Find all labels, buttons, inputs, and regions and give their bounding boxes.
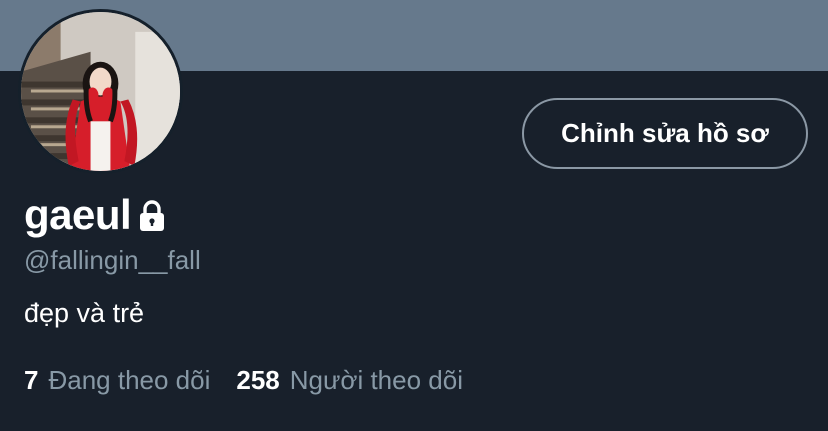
user-handle: @fallingin__fall [24,245,201,275]
profile-bio: đẹp và trẻ [24,298,145,328]
following-count: 7 [24,365,39,395]
followers-stat[interactable]: 258 Người theo dõi [236,363,463,397]
followers-label: Người theo dõi [289,365,463,395]
avatar-photo [21,12,180,171]
avatar[interactable] [18,9,183,174]
lock-icon [137,199,167,233]
edit-profile-button[interactable]: Chỉnh sửa hồ sơ [522,98,808,169]
following-label: Đang theo dõi [48,365,211,395]
name-row: gaeul [24,190,167,240]
follow-stats: 7 Đang theo dõi 258 Người theo dõi [24,363,463,397]
followers-count: 258 [236,365,280,395]
following-stat[interactable]: 7 Đang theo dõi [24,363,210,397]
display-name: gaeul [24,191,132,238]
